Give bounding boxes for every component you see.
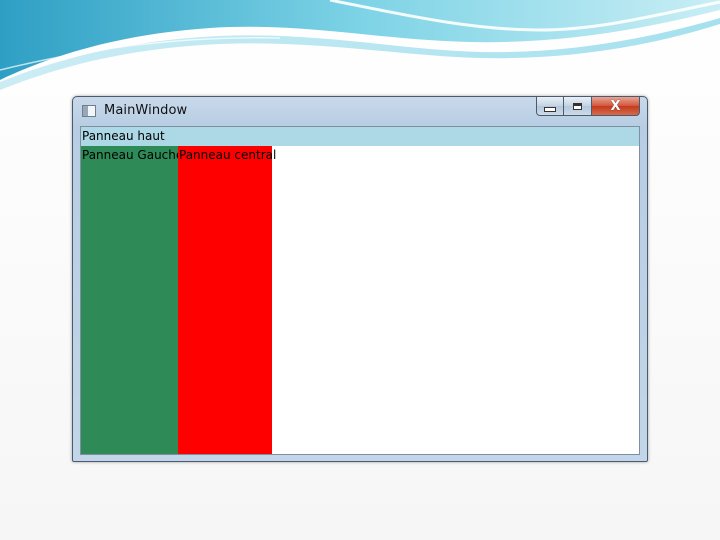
maximize-button[interactable] bbox=[564, 97, 592, 116]
client-area: Panneau haut Panneau Gauche Panneau cent… bbox=[80, 126, 640, 455]
left-panel-label: Panneau Gauche bbox=[82, 148, 184, 162]
window-title: MainWindow bbox=[104, 103, 188, 118]
title-bar[interactable]: MainWindow X bbox=[73, 97, 647, 125]
close-button[interactable]: X bbox=[592, 97, 640, 116]
center-panel: Panneau central bbox=[178, 146, 276, 454]
top-panel: Panneau haut bbox=[81, 127, 639, 146]
minimize-button[interactable] bbox=[536, 97, 564, 116]
maximize-icon bbox=[573, 102, 582, 110]
window-controls: X bbox=[536, 97, 640, 116]
close-icon: X bbox=[610, 98, 621, 114]
slide-header-banner bbox=[0, 0, 720, 90]
center-panel-label: Panneau central bbox=[179, 148, 277, 162]
minimize-icon bbox=[544, 106, 556, 112]
window-icon[interactable] bbox=[82, 105, 96, 117]
left-panel: Panneau Gauche bbox=[81, 146, 183, 454]
main-window: MainWindow X Panneau haut Panneau Gauche… bbox=[72, 96, 648, 462]
top-panel-label: Panneau haut bbox=[82, 129, 165, 143]
wave-decoration bbox=[0, 0, 720, 90]
